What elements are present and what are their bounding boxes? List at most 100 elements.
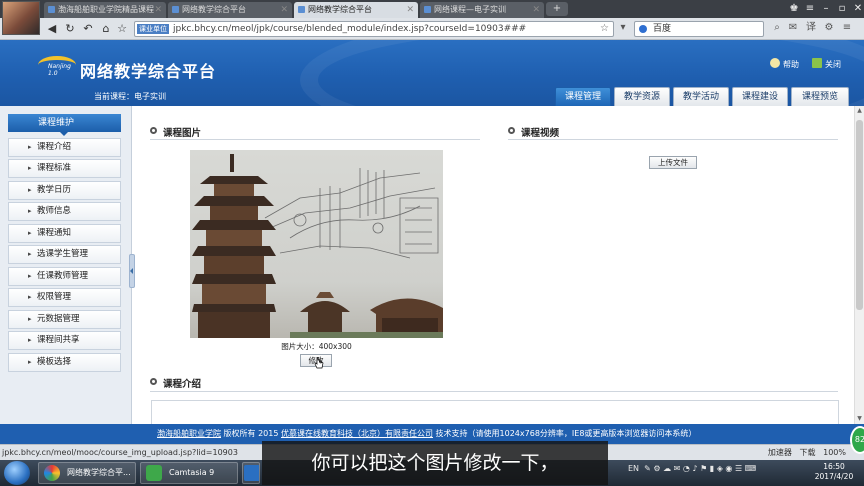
star-icon[interactable]: ☆ [114, 21, 130, 37]
taskbar-item-camtasia[interactable]: Camtasia 9 [140, 462, 238, 484]
tab-teaching-resources[interactable]: 教学资源 [614, 87, 670, 106]
start-button[interactable] [4, 461, 30, 485]
close-icon[interactable]: ✕ [406, 2, 414, 18]
accelerator-label[interactable]: 加速器 [768, 448, 792, 457]
tray-icons[interactable]: ✎ ⚙ ☁ ✉ ◔ ♪ ⚑ ▮ ◈ ◉ ☰ ⌨ [644, 464, 756, 473]
scroll-up-icon[interactable]: ▲ [855, 106, 864, 116]
footer-support: 技术支持（请使用1024x768分辨率，IE8或更高版本浏览器访问本系统） [433, 429, 697, 438]
picture-size-caption: 图片大小：400x300 [281, 342, 352, 351]
window-close-icon[interactable]: ✕ [850, 0, 864, 18]
exit-icon [812, 58, 822, 68]
minimize-icon[interactable]: – [818, 0, 834, 18]
mail-icon[interactable]: ✉ [786, 21, 800, 35]
section-course-intro: 课程介绍 [150, 376, 201, 390]
translate-icon[interactable]: 译 [804, 21, 818, 35]
section-course-intro-title: 课程介绍 [163, 379, 202, 390]
close-icon[interactable]: ✕ [280, 2, 288, 18]
floating-green-button[interactable]: 82 [850, 426, 864, 454]
url-badge: 课业单位 [137, 24, 169, 34]
sidebar-item-permissions[interactable]: 权限管理 [8, 288, 121, 307]
browser-tab-3-label: 网络教学综合平台 [308, 5, 372, 14]
search-input[interactable]: 百度 [634, 21, 764, 37]
sidebar-item-teacher-info[interactable]: 教师信息 [8, 202, 121, 221]
sidebar-item-course-notice[interactable]: 课程通知 [8, 224, 121, 243]
browser-tab-4[interactable]: 网络课程—电子实训 ✕ [420, 2, 544, 18]
tab-teaching-activities[interactable]: 教学活动 [673, 87, 729, 106]
back-icon[interactable]: ◀ [44, 21, 60, 37]
sidebar-header[interactable]: 课程维护 [8, 114, 121, 136]
help-label: 帮助 [783, 60, 799, 69]
search-text: 百度 [653, 24, 672, 34]
section-course-picture: 课程图片 [150, 125, 201, 139]
tab-course-preview[interactable]: 课程预览 [791, 87, 849, 106]
zoom-level[interactable]: 100% [823, 448, 846, 457]
sidebar-item-course-sharing[interactable]: 课程间共享 [8, 331, 121, 350]
maximize-icon[interactable]: ▫ [834, 0, 850, 18]
close-link[interactable]: 关闭 [812, 58, 841, 70]
address-bar[interactable]: 课业单位 jpkc.bhcy.cn/meol/jpk/course/blende… [134, 21, 614, 37]
browser-tab-1[interactable]: 渤海船舶职业学院精品课程 ✕ [44, 2, 166, 18]
browser-tab-2[interactable]: 网络教学综合平台 ✕ [168, 2, 292, 18]
close-icon[interactable]: ✕ [532, 2, 540, 18]
help-link[interactable]: 帮助 [770, 58, 799, 70]
sidebar-item-student-management[interactable]: 选课学生管理 [8, 245, 121, 264]
sidebar-item-course-standard[interactable]: 课程标准 [8, 159, 121, 178]
browser-tab-1-label: 渤海船舶职业学院精品课程 [58, 5, 154, 14]
refresh-icon[interactable]: ↻ [62, 21, 78, 37]
course-picture [190, 150, 443, 338]
search-icon[interactable]: ⌕ [770, 21, 784, 35]
browser-app-icon [44, 465, 60, 481]
bullet-icon [150, 378, 157, 385]
tab-course-construction[interactable]: 课程建设 [732, 87, 788, 106]
close-icon[interactable]: ✕ [154, 2, 162, 18]
browser-tab-bar: 渤海船舶职业学院精品课程 ✕ 网络教学综合平台 ✕ 网络教学综合平台 ✕ 网络课程—电… [0, 0, 864, 18]
dropdown-icon[interactable]: ▾ [616, 21, 630, 35]
app-icon [244, 465, 259, 481]
hand-cursor-icon [314, 357, 324, 369]
clock[interactable]: 16:50 2017/4/20 [812, 462, 856, 482]
new-tab-button[interactable]: + [546, 2, 568, 16]
current-course: 当前课程：电子实训 [94, 92, 166, 101]
sidebar-collapse-handle[interactable] [129, 254, 135, 288]
ime-indicator[interactable]: EN [628, 464, 639, 473]
company-link[interactable]: 优慕课在线教育科技（北京）有限责任公司 [281, 429, 433, 438]
menu-icon[interactable]: ≡ [802, 0, 818, 18]
menu-icon[interactable]: ≡ [840, 21, 854, 35]
scroll-down-icon[interactable]: ▼ [855, 414, 864, 424]
bullet-icon [150, 127, 157, 134]
extension-icon[interactable]: ⚙ [822, 21, 836, 35]
taskbar-item-app[interactable] [242, 462, 260, 484]
home-icon[interactable]: ⌂ [98, 21, 114, 37]
sidebar-item-metadata[interactable]: 元数据管理 [8, 310, 121, 329]
sidebar-item-course-intro[interactable]: 课程介绍 [8, 138, 121, 157]
browser-tab-3[interactable]: 网络教学综合平台 ✕ [294, 2, 418, 18]
taskbar-item-browser[interactable]: 网络教学综合平... [38, 462, 136, 484]
close-label: 关闭 [825, 60, 841, 69]
site-title: 网络教学综合平台 [80, 62, 217, 81]
bullet-icon [508, 127, 515, 134]
status-url: jpkc.bhcy.cn/meol/mooc/course_img_upload… [2, 448, 238, 457]
section-course-picture-title: 课程图片 [163, 128, 202, 139]
scrollbar[interactable]: ▲ ▼ [854, 106, 864, 424]
clock-time: 16:50 [823, 462, 845, 471]
shirt-icon[interactable]: ♚ [786, 0, 802, 18]
browser-tab-2-label: 网络教学综合平台 [182, 5, 246, 14]
temple-roofs-image [290, 292, 443, 338]
sidebar-item-teacher-management[interactable]: 任课教师管理 [8, 267, 121, 286]
pagoda-image [192, 154, 276, 338]
section-course-video: 课程视频 [508, 125, 559, 139]
address-text: jpkc.bhcy.cn/meol/jpk/course/blended_mod… [173, 24, 527, 34]
content-panel: 课程图片 课程视频 图片大小：400x300 修改 上传文件 课程介绍 [136, 106, 854, 424]
bookmark-star-icon[interactable]: ☆ [600, 22, 609, 36]
school-link[interactable]: 渤海船舶职业学院 [157, 429, 221, 438]
undo-icon[interactable]: ↶ [80, 21, 96, 37]
architectural-drawing [264, 168, 439, 259]
upload-file-button[interactable]: 上传文件 [649, 156, 697, 169]
download-label[interactable]: 下载 [799, 448, 815, 457]
footer-rights: 版权所有 2015 [221, 429, 281, 438]
sidebar-item-template[interactable]: 模板选择 [8, 353, 121, 372]
sidebar-item-teaching-calendar[interactable]: 教学日历 [8, 181, 121, 200]
scroll-thumb[interactable] [856, 120, 863, 310]
tab-course-management[interactable]: 课程管理 [555, 87, 611, 106]
course-intro-box[interactable] [151, 400, 839, 424]
